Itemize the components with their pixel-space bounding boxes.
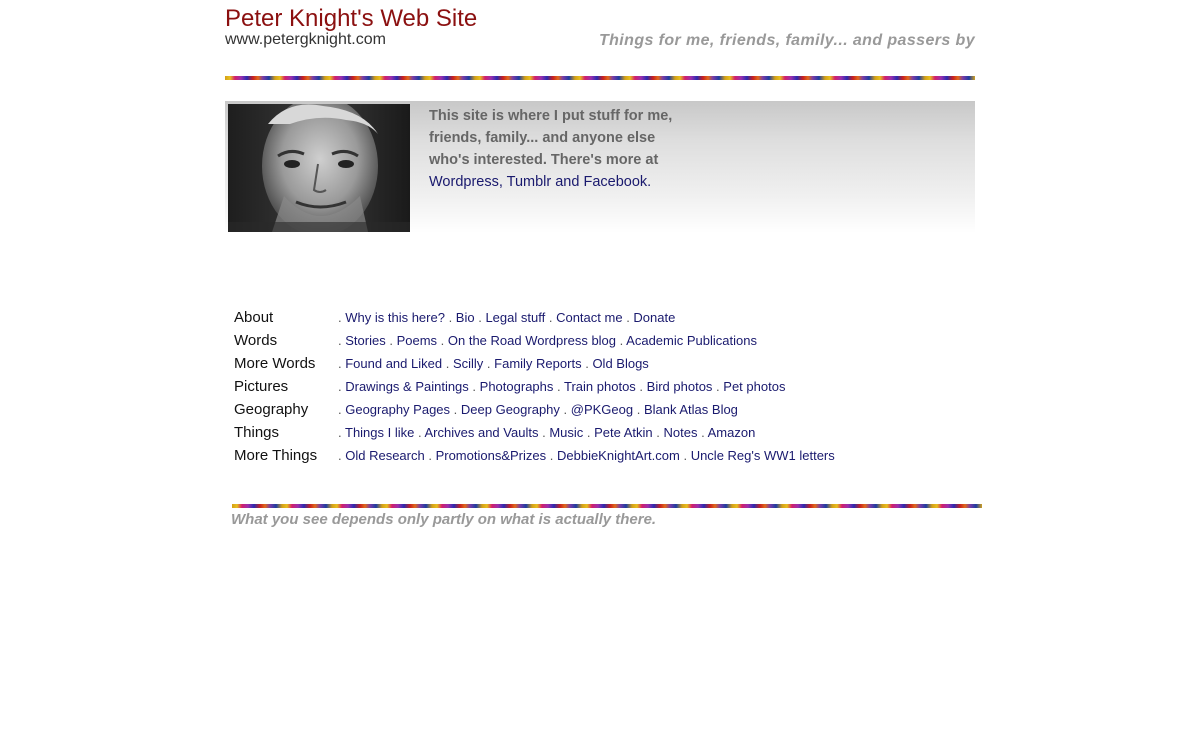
nav-separator: . <box>557 379 565 394</box>
nav-link[interactable]: DebbieKnightArt.com <box>557 448 680 463</box>
nav-link[interactable]: Contact me <box>556 310 622 325</box>
nav-separator: . <box>563 402 571 417</box>
nav-link[interactable]: Pete Atkin <box>594 425 653 440</box>
nav-link[interactable]: Geography Pages <box>345 402 450 417</box>
nav-link[interactable]: Uncle Reg's WW1 letters <box>691 448 835 463</box>
nav-separator: . <box>472 379 480 394</box>
nav-category-label: Things <box>234 424 280 441</box>
nav-separator: . <box>428 448 436 463</box>
nav-separator: . <box>656 425 664 440</box>
decorative-stripe-bottom <box>232 504 982 508</box>
intro-message: This site is where I put stuff for me, f… <box>429 108 673 168</box>
nav-link[interactable]: Photographs <box>480 379 554 394</box>
nav-separator: . <box>548 310 557 325</box>
nav-category-label: About <box>234 309 274 326</box>
nav-link[interactable]: Pet photos <box>723 379 785 394</box>
nav-links-list: . Old Research . Promotions&Prizes . Deb… <box>338 448 835 463</box>
nav-link[interactable]: Deep Geography <box>461 402 560 417</box>
nav-separator: . <box>636 402 644 417</box>
nav-link[interactable]: Old Research <box>345 448 424 463</box>
nav-link[interactable]: Bio <box>456 310 475 325</box>
nav-link[interactable]: Family Reports <box>494 356 581 371</box>
nav-link[interactable]: Old Blogs <box>592 356 648 371</box>
intro-comma: , <box>498 174 507 190</box>
portrait-image <box>228 104 410 232</box>
portrait-photo <box>228 104 410 232</box>
nav-separator: . <box>639 379 647 394</box>
site-tagline: Things for me, friends, family... and pa… <box>598 32 975 49</box>
nav-link[interactable]: Blank Atlas Blog <box>644 402 738 417</box>
nav-link[interactable]: Found and Liked <box>345 356 442 371</box>
nav-link[interactable]: Train photos <box>564 379 636 394</box>
nav-link[interactable]: Drawings & Paintings <box>345 379 469 394</box>
nav-separator: . <box>389 333 397 348</box>
site-title: Peter Knight's Web Site <box>225 5 478 32</box>
nav-category-label: More Words <box>234 355 316 372</box>
nav-link[interactable]: On the Road Wordpress blog <box>448 333 616 348</box>
wordpress-link[interactable]: Wordpress <box>429 174 499 190</box>
nav-link[interactable]: Archives and Vaults <box>425 425 539 440</box>
nav-link[interactable]: Poems <box>397 333 437 348</box>
nav-category-label: Geography <box>234 401 309 418</box>
nav-link[interactable]: Music <box>549 425 583 440</box>
site-url: www.petergknight.com <box>225 31 386 48</box>
nav-links-list: . Why is this here? . Bio . Legal stuff … <box>338 310 675 325</box>
nav-separator: . <box>445 356 453 371</box>
nav-links-list: . Found and Liked . Scilly . Family Repo… <box>338 356 649 371</box>
nav-separator: . <box>448 310 456 325</box>
nav-link[interactable]: Academic Publications <box>626 333 757 348</box>
nav-link[interactable]: @PKGeog <box>571 402 633 417</box>
footer-quote: What you see depends only partly on what… <box>231 511 657 528</box>
intro-and: and <box>551 174 584 190</box>
nav-category-label: More Things <box>234 447 318 464</box>
intro-period: . <box>647 174 652 190</box>
nav-separator: . <box>549 448 557 463</box>
nav-link[interactable]: Notes <box>664 425 698 440</box>
nav-link[interactable]: Scilly <box>453 356 483 371</box>
nav-category-label: Pictures <box>234 378 289 395</box>
nav-link[interactable]: Things I like <box>345 425 414 440</box>
facebook-link[interactable]: Facebook <box>583 174 647 190</box>
nav-link[interactable]: Legal stuff <box>485 310 545 325</box>
nav-links-list: . Things I like . Archives and Vaults . … <box>338 425 755 440</box>
tumblr-link[interactable]: Tumblr <box>507 174 552 190</box>
nav-links-list: . Drawings & Paintings . Photographs . T… <box>338 379 785 394</box>
intro-text: This site is where I put stuff for me, f… <box>429 105 689 193</box>
nav-separator: . <box>338 425 345 440</box>
nav-link[interactable]: Amazon <box>708 425 756 440</box>
page: Peter Knight's Web Site www.petergknight… <box>0 0 1200 740</box>
decorative-stripe-top <box>225 76 975 80</box>
nav-links-list: . Geography Pages . Deep Geography . @PK… <box>338 402 738 417</box>
nav-separator: . <box>453 402 461 417</box>
nav-links-list: . Stories . Poems . On the Road Wordpres… <box>338 333 757 348</box>
nav-link[interactable]: Stories <box>345 333 385 348</box>
nav-link[interactable]: Bird photos <box>647 379 713 394</box>
nav-separator: . <box>683 448 691 463</box>
nav-link[interactable]: Donate <box>633 310 675 325</box>
nav-separator: . <box>440 333 448 348</box>
nav-category-label: Words <box>234 332 278 349</box>
nav-link[interactable]: Why is this here? <box>345 310 445 325</box>
nav-link[interactable]: Promotions&Prizes <box>436 448 547 463</box>
